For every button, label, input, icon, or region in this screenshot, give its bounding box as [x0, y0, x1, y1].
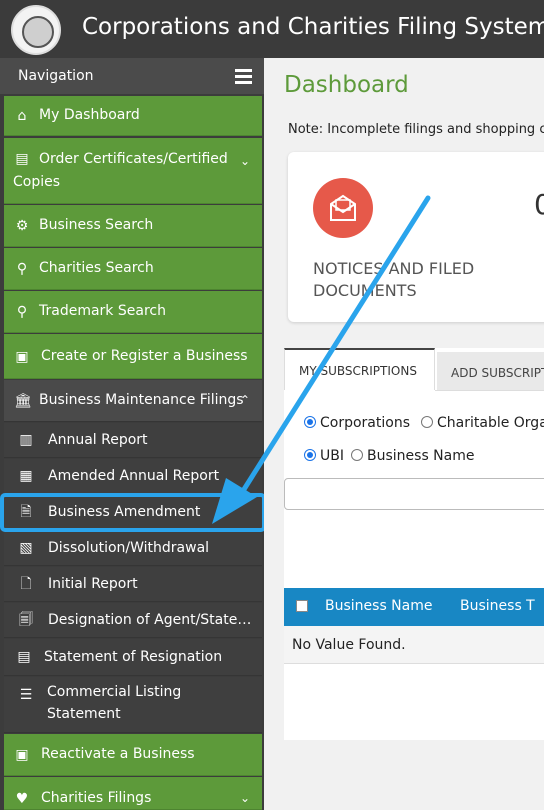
document-icon: 🗋: [20, 576, 32, 592]
sidebar-item-annual-report[interactable]: ▥ Annual Report: [4, 423, 262, 458]
sidebar-item-my-dashboard[interactable]: ⌂ My Dashboard: [4, 96, 262, 136]
hamburger-menu-icon[interactable]: [235, 69, 252, 84]
subscription-search-input[interactable]: [284, 478, 544, 510]
tab-my-subscriptions[interactable]: MY SUBSCRIPTIONS: [284, 348, 435, 390]
table-header: Business Name Business T: [284, 588, 544, 626]
reactivate-icon: ▣: [15, 747, 29, 763]
notices-label: NOTICES AND FILED DOCUMENTS: [313, 259, 475, 300]
column-business-name[interactable]: Business Name: [325, 598, 433, 614]
sidebar-item-business-maintenance[interactable]: 🏛 Business Maintenance Filings ⌃: [4, 380, 262, 422]
home-icon: ⌂: [17, 108, 27, 124]
nav-header: Navigation: [0, 58, 264, 94]
search-icon: ⚲: [16, 304, 28, 320]
nav-heading: Navigation: [18, 68, 94, 84]
chevron-down-icon[interactable]: ⌄: [240, 154, 250, 168]
radio-business-name[interactable]: Business Name: [351, 448, 475, 464]
certificate-icon: ▤: [15, 151, 29, 167]
radio-charitable-organizations[interactable]: Charitable Organ: [421, 415, 544, 431]
sidebar-item-initial-report[interactable]: 🗋 Initial Report: [4, 567, 262, 602]
notices-count: 0: [534, 188, 544, 221]
incomplete-filings-note: Note: Incomplete filings and shopping c: [288, 122, 544, 137]
sidebar-item-trademark-search[interactable]: ⚲ Trademark Search: [4, 291, 262, 333]
bank-icon: 🏛: [14, 393, 32, 409]
subscriptions-panel: MY SUBSCRIPTIONS ADD SUBSCRIPT: [284, 348, 544, 740]
sidebar-item-statement-of-resignation[interactable]: ▤ Statement of Resignation: [4, 639, 262, 676]
list-icon: ☰: [19, 687, 33, 703]
sidebar-item-business-search[interactable]: ⚙ Business Search: [4, 205, 262, 247]
sidebar-item-create-register[interactable]: ▣ Create or Register a Business: [4, 334, 262, 379]
sidebar: Navigation ⌂ My Dashboard ▤ Order Certif…: [0, 58, 264, 810]
main-content: Dashboard Note: Incomplete filings and s…: [264, 58, 544, 810]
envelope-icon: [313, 178, 373, 238]
page-title: Dashboard: [284, 72, 409, 98]
dissolution-icon: ▧: [19, 540, 33, 556]
charity-icon: ♥: [15, 791, 29, 807]
select-all-checkbox[interactable]: [296, 600, 308, 612]
sidebar-item-charities-search[interactable]: ⚲ Charities Search: [4, 248, 262, 290]
radio-ubi[interactable]: UBI: [304, 448, 344, 464]
sidebar-item-reactivate-business[interactable]: ▣ Reactivate a Business: [4, 734, 262, 776]
agent-icon: 🗐: [19, 612, 33, 628]
sidebar-item-commercial-listing[interactable]: ☰ Commercial Listing Statement: [4, 677, 262, 733]
sidebar-item-dissolution-withdrawal[interactable]: ▧ Dissolution/Withdrawal: [4, 531, 262, 566]
bar-chart-icon: ▥: [19, 432, 33, 448]
top-bar: Corporations and Charities Filing System: [0, 0, 544, 58]
chevron-up-icon[interactable]: ⌃: [240, 393, 250, 407]
sidebar-item-designation-of-agent[interactable]: 🗐 Designation of Agent/State…: [4, 603, 262, 638]
search-icon: ⚲: [16, 261, 28, 277]
notices-card[interactable]: NOTICES AND FILED DOCUMENTS 0: [288, 152, 544, 322]
sidebar-item-order-certificates[interactable]: ▤ Order Certificates/Certified Copies ⌄: [4, 138, 262, 204]
app-title: Corporations and Charities Filing System: [82, 14, 544, 40]
chevron-down-icon[interactable]: ⌄: [240, 791, 250, 805]
radio-unselected-icon: [421, 416, 433, 428]
register-icon: ▣: [15, 349, 29, 365]
statement-icon: ▤: [17, 649, 31, 665]
business-search-icon: ⚙: [15, 218, 29, 234]
radio-corporations[interactable]: Corporations: [304, 415, 410, 431]
column-business-type[interactable]: Business T: [460, 598, 535, 614]
sidebar-item-amended-annual-report[interactable]: ▦ Amended Annual Report: [4, 459, 262, 494]
radio-selected-icon: [304, 416, 316, 428]
radio-selected-icon: [304, 449, 316, 461]
tab-add-subscription[interactable]: ADD SUBSCRIPT: [437, 352, 544, 390]
sidebar-item-charities-filings[interactable]: ♥ Charities Filings ⌄: [4, 777, 262, 810]
highlight-box: [0, 493, 266, 532]
state-seal-logo[interactable]: [11, 5, 61, 55]
radio-unselected-icon: [351, 449, 363, 461]
amended-report-icon: ▦: [19, 468, 33, 484]
table-empty-row: No Value Found.: [284, 626, 544, 664]
